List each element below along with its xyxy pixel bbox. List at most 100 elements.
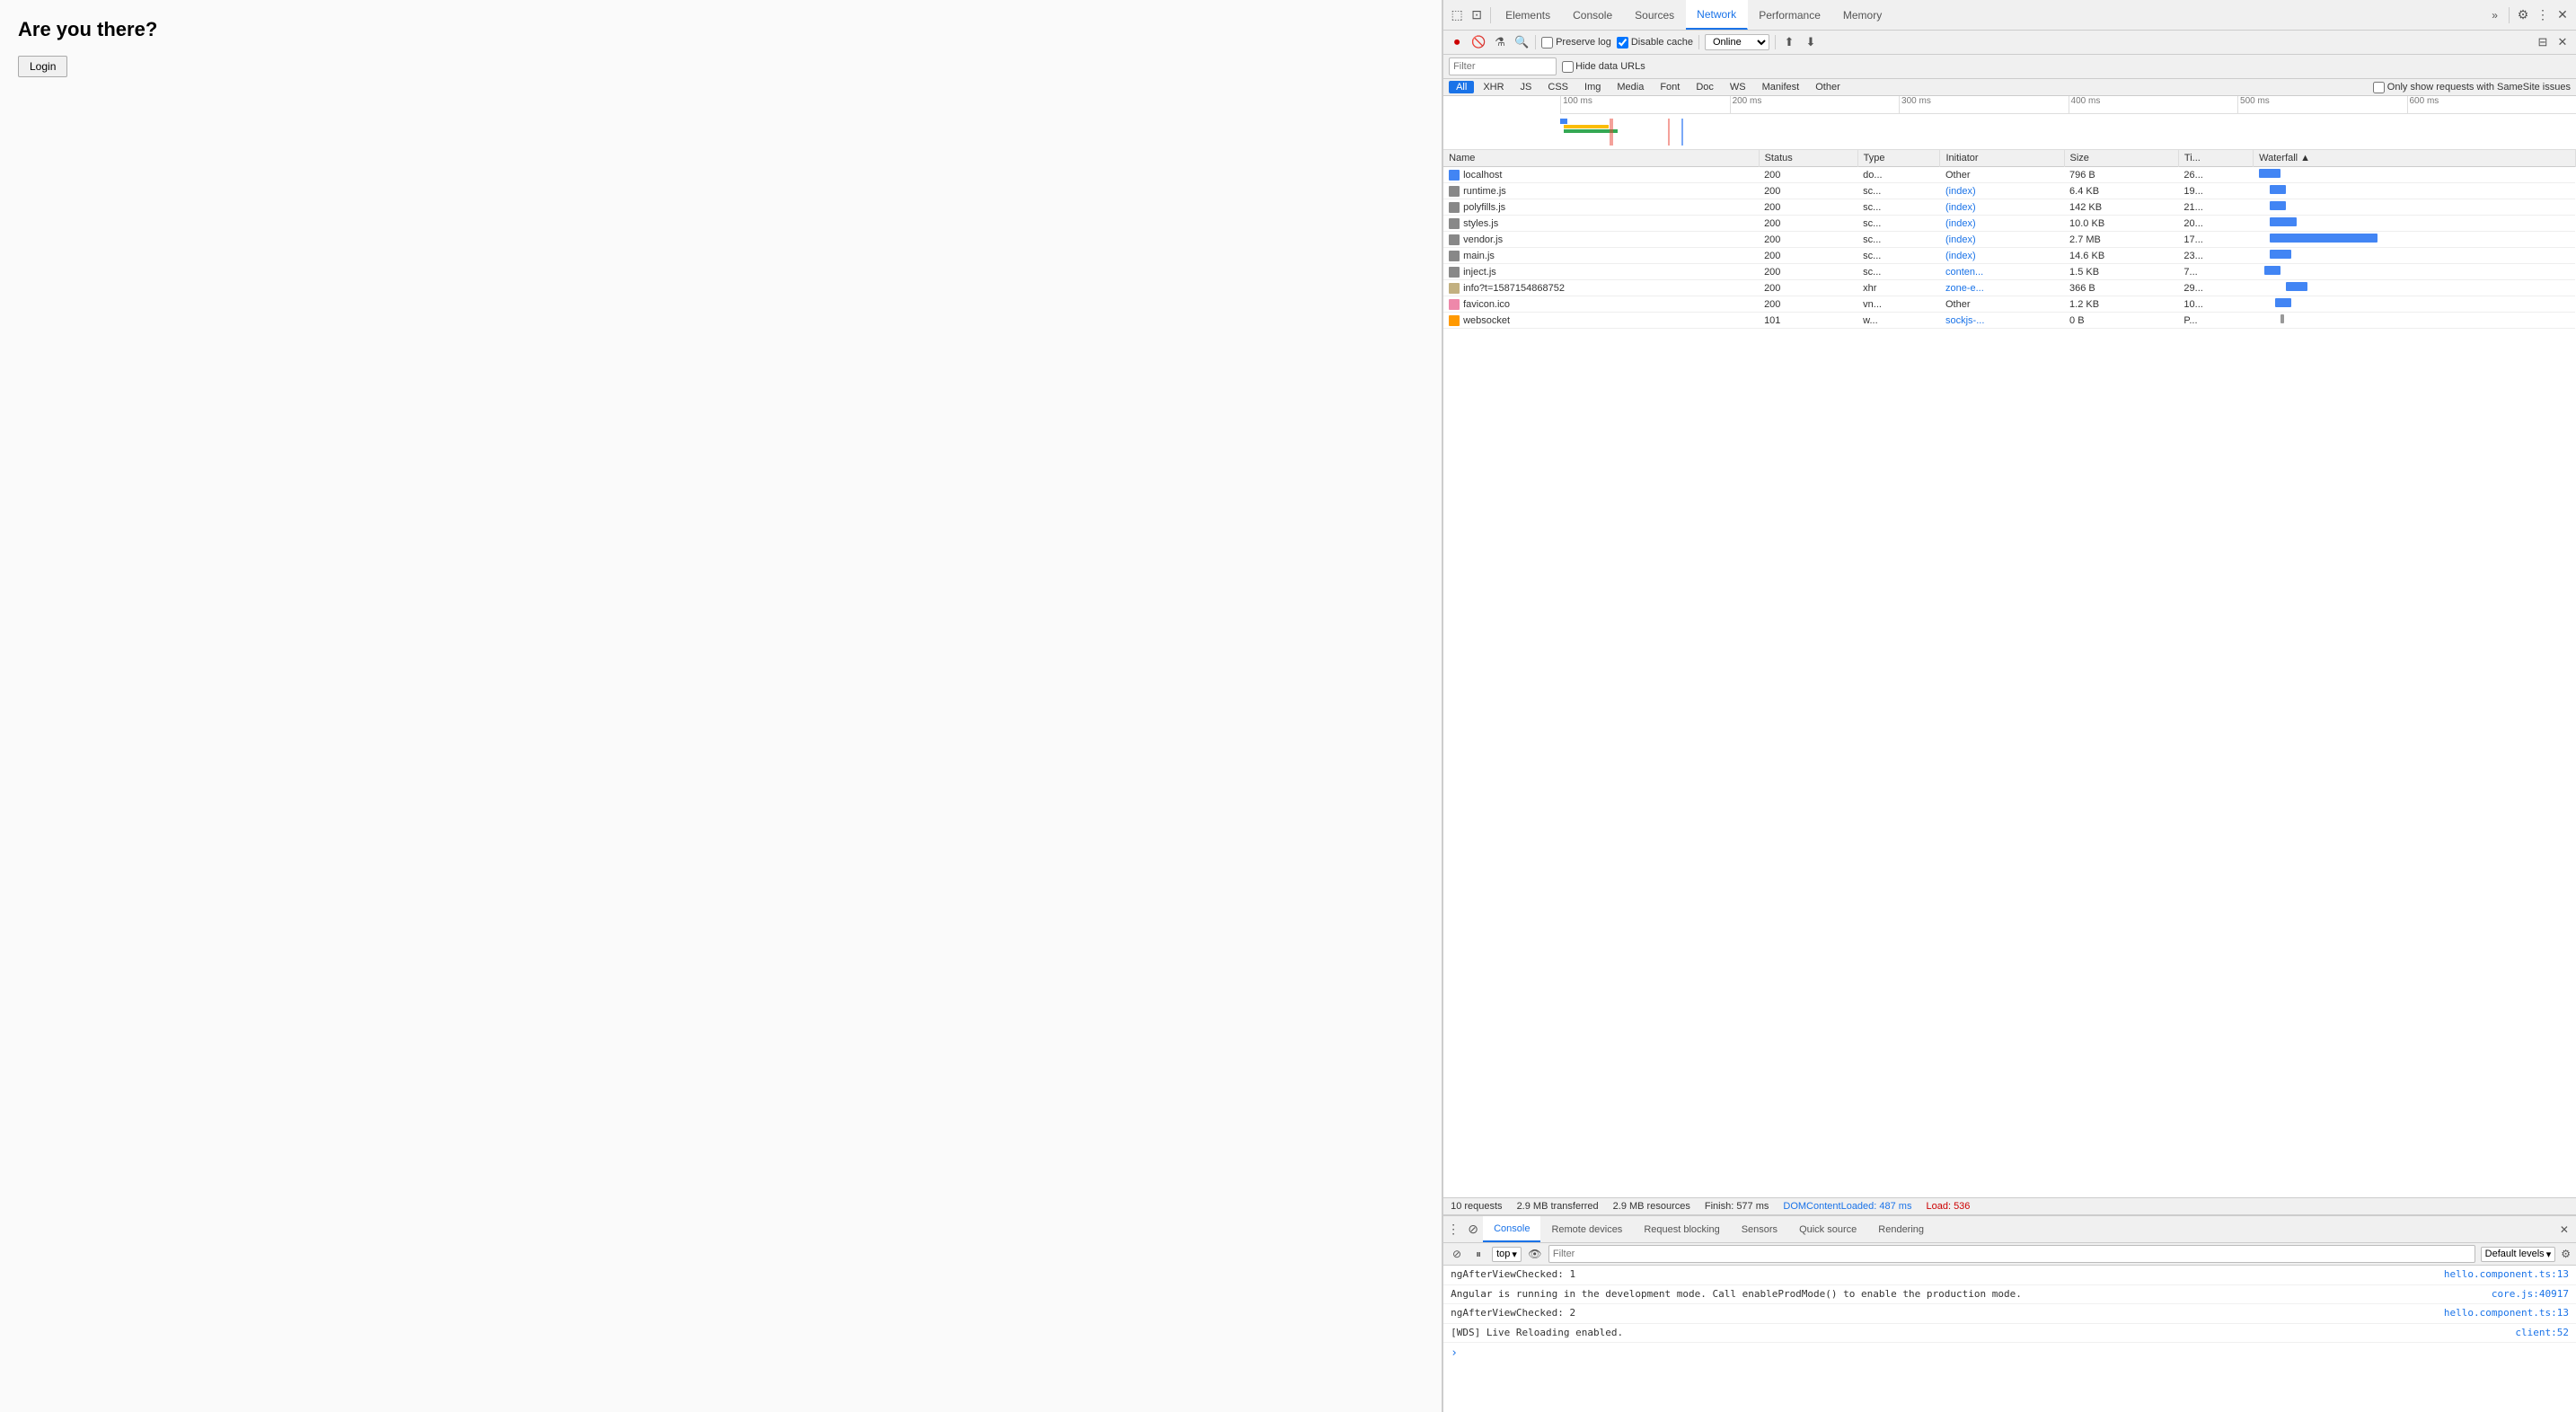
samesite-checkbox[interactable]	[2373, 82, 2385, 93]
initiator-link[interactable]: conten...	[1945, 267, 1983, 278]
more-tabs-button[interactable]: »	[2484, 9, 2505, 22]
import-har-button[interactable]: ⬆	[1781, 34, 1797, 50]
table-row[interactable]: websocket 101 w... sockjs-... 0 B P...	[1443, 313, 2575, 329]
close-network-icon[interactable]: ✕	[2554, 34, 2571, 50]
bottom-tab-console[interactable]: Console	[1483, 1216, 1540, 1242]
col-time[interactable]: Ti...	[2178, 150, 2253, 167]
initiator-link[interactable]: (index)	[1945, 186, 1976, 197]
type-media[interactable]: Media	[1610, 81, 1651, 93]
preserve-log-checkbox[interactable]	[1541, 37, 1553, 49]
filter-input[interactable]	[1449, 57, 1557, 75]
hide-data-urls-label[interactable]: Hide data URLs	[1562, 61, 1645, 73]
col-size[interactable]: Size	[2064, 150, 2178, 167]
table-row[interactable]: main.js 200 sc... (index) 14.6 KB 23...	[1443, 248, 2575, 264]
type-font[interactable]: Font	[1653, 81, 1687, 93]
console-filter-input[interactable]	[1548, 1245, 2475, 1263]
bottom-close-button[interactable]: ✕	[2553, 1223, 2576, 1236]
bottom-panel-clear[interactable]: ⊘	[1463, 1220, 1483, 1240]
cell-type: sc...	[1857, 199, 1940, 216]
device-icon[interactable]: ⊡	[1467, 5, 1486, 25]
tab-sources[interactable]: Sources	[1624, 0, 1686, 30]
table-row[interactable]: vendor.js 200 sc... (index) 2.7 MB 17...	[1443, 232, 2575, 248]
disable-cache-checkbox[interactable]	[1617, 37, 1628, 49]
table-row[interactable]: polyfills.js 200 sc... (index) 142 KB 21…	[1443, 199, 2575, 216]
type-ws[interactable]: WS	[1723, 81, 1753, 93]
tick-300ms: 300 ms	[1899, 96, 2068, 113]
login-button[interactable]: Login	[18, 56, 67, 77]
type-doc[interactable]: Doc	[1689, 81, 1721, 93]
tab-memory[interactable]: Memory	[1832, 0, 1893, 30]
cell-initiator: conten...	[1940, 264, 2064, 280]
bottom-tab-quicksource[interactable]: Quick source	[1788, 1216, 1867, 1242]
search-button[interactable]: 🔍	[1513, 34, 1530, 50]
initiator-link[interactable]: (index)	[1945, 202, 1976, 213]
col-type[interactable]: Type	[1857, 150, 1940, 167]
console-prompt[interactable]: ›	[1443, 1343, 2576, 1363]
initiator-link[interactable]: (index)	[1945, 218, 1976, 229]
type-js[interactable]: JS	[1513, 81, 1539, 93]
samesite-label[interactable]: Only show requests with SameSite issues	[2373, 82, 2571, 93]
dock-button[interactable]: ⊟	[2535, 34, 2551, 50]
col-status[interactable]: Status	[1759, 150, 1857, 167]
record-button[interactable]: ⏺	[1449, 34, 1465, 50]
transferred-stat: 2.9 MB transferred	[1517, 1201, 1599, 1212]
msg-source-1[interactable]: hello.component.ts:13	[2444, 1267, 2569, 1283]
more-options-icon[interactable]: ⋮	[2533, 5, 2553, 25]
col-name[interactable]: Name	[1443, 150, 1759, 167]
cell-initiator: Other	[1940, 167, 2064, 183]
type-css[interactable]: CSS	[1540, 81, 1575, 93]
msg-source-4[interactable]: client:52	[2515, 1326, 2569, 1341]
type-img[interactable]: Img	[1577, 81, 1608, 93]
bottom-tab-remote[interactable]: Remote devices	[1540, 1216, 1633, 1242]
close-devtools-icon[interactable]: ✕	[2553, 5, 2572, 25]
table-row[interactable]: styles.js 200 sc... (index) 10.0 KB 20..…	[1443, 216, 2575, 232]
tab-network[interactable]: Network	[1686, 0, 1748, 30]
network-controls: ⏺ 🚫 ⚗ 🔍 Preserve log Disable cache Onlin…	[1443, 31, 2576, 55]
console-context-selector[interactable]: top ▾	[1492, 1247, 1522, 1262]
console-settings-icon[interactable]: ⚙	[2561, 1248, 2571, 1260]
table-row[interactable]: favicon.ico 200 vn... Other 1.2 KB 10...	[1443, 296, 2575, 313]
table-row[interactable]: info?t=1587154868752 200 xhr zone-e... 3…	[1443, 280, 2575, 296]
clear-button[interactable]: 🚫	[1470, 34, 1486, 50]
tab-console[interactable]: Console	[1562, 0, 1624, 30]
tab-elements[interactable]: Elements	[1495, 0, 1562, 30]
initiator-link[interactable]: zone-e...	[1945, 283, 1984, 294]
bottom-tab-rendering[interactable]: Rendering	[1867, 1216, 1935, 1242]
file-icon	[1449, 267, 1460, 278]
console-clear-btn[interactable]: ⊘	[1449, 1246, 1465, 1262]
bottom-tab-sensors[interactable]: Sensors	[1731, 1216, 1788, 1242]
settings-icon[interactable]: ⚙	[2513, 5, 2533, 25]
log-level-selector[interactable]: Default levels ▾	[2481, 1247, 2556, 1262]
hide-data-urls-checkbox[interactable]	[1562, 61, 1574, 73]
initiator-link[interactable]: sockjs-...	[1945, 315, 1984, 326]
cell-name: localhost	[1443, 167, 1759, 183]
tab-performance[interactable]: Performance	[1748, 0, 1832, 30]
type-other[interactable]: Other	[1808, 81, 1848, 93]
cell-size: 14.6 KB	[2064, 248, 2178, 264]
console-pause-btn[interactable]: ⏸	[1470, 1246, 1486, 1262]
msg-source-2[interactable]: core.js:40917	[2492, 1287, 2569, 1302]
msg-source-3[interactable]: hello.component.ts:13	[2444, 1306, 2569, 1321]
initiator-link[interactable]: (index)	[1945, 251, 1976, 261]
cursor-icon[interactable]: ⬚	[1447, 5, 1467, 25]
type-xhr[interactable]: XHR	[1476, 81, 1511, 93]
cell-time: 19...	[2178, 183, 2253, 199]
throttle-select[interactable]: Online Fast 3G Slow 3G Offline	[1705, 34, 1769, 50]
table-row[interactable]: inject.js 200 sc... conten... 1.5 KB 7..…	[1443, 264, 2575, 280]
disable-cache-label[interactable]: Disable cache	[1617, 37, 1693, 49]
table-row[interactable]: runtime.js 200 sc... (index) 6.4 KB 19..…	[1443, 183, 2575, 199]
col-initiator[interactable]: Initiator	[1940, 150, 2064, 167]
export-har-button[interactable]: ⬇	[1803, 34, 1819, 50]
preserve-log-label[interactable]: Preserve log	[1541, 37, 1611, 49]
table-row[interactable]: localhost 200 do... Other 796 B 26...	[1443, 167, 2575, 183]
bottom-tab-blocking[interactable]: Request blocking	[1633, 1216, 1730, 1242]
type-manifest[interactable]: Manifest	[1755, 81, 1807, 93]
initiator-link[interactable]: (index)	[1945, 234, 1976, 245]
cell-size: 142 KB	[2064, 199, 2178, 216]
filter-button[interactable]: ⚗	[1492, 34, 1508, 50]
bottom-panel-menu[interactable]: ⋮	[1443, 1220, 1463, 1240]
console-eye-btn[interactable]: 👁	[1527, 1246, 1543, 1262]
col-waterfall[interactable]: Waterfall ▲	[2254, 150, 2576, 167]
cell-name: main.js	[1443, 248, 1759, 264]
type-all[interactable]: All	[1449, 81, 1474, 93]
